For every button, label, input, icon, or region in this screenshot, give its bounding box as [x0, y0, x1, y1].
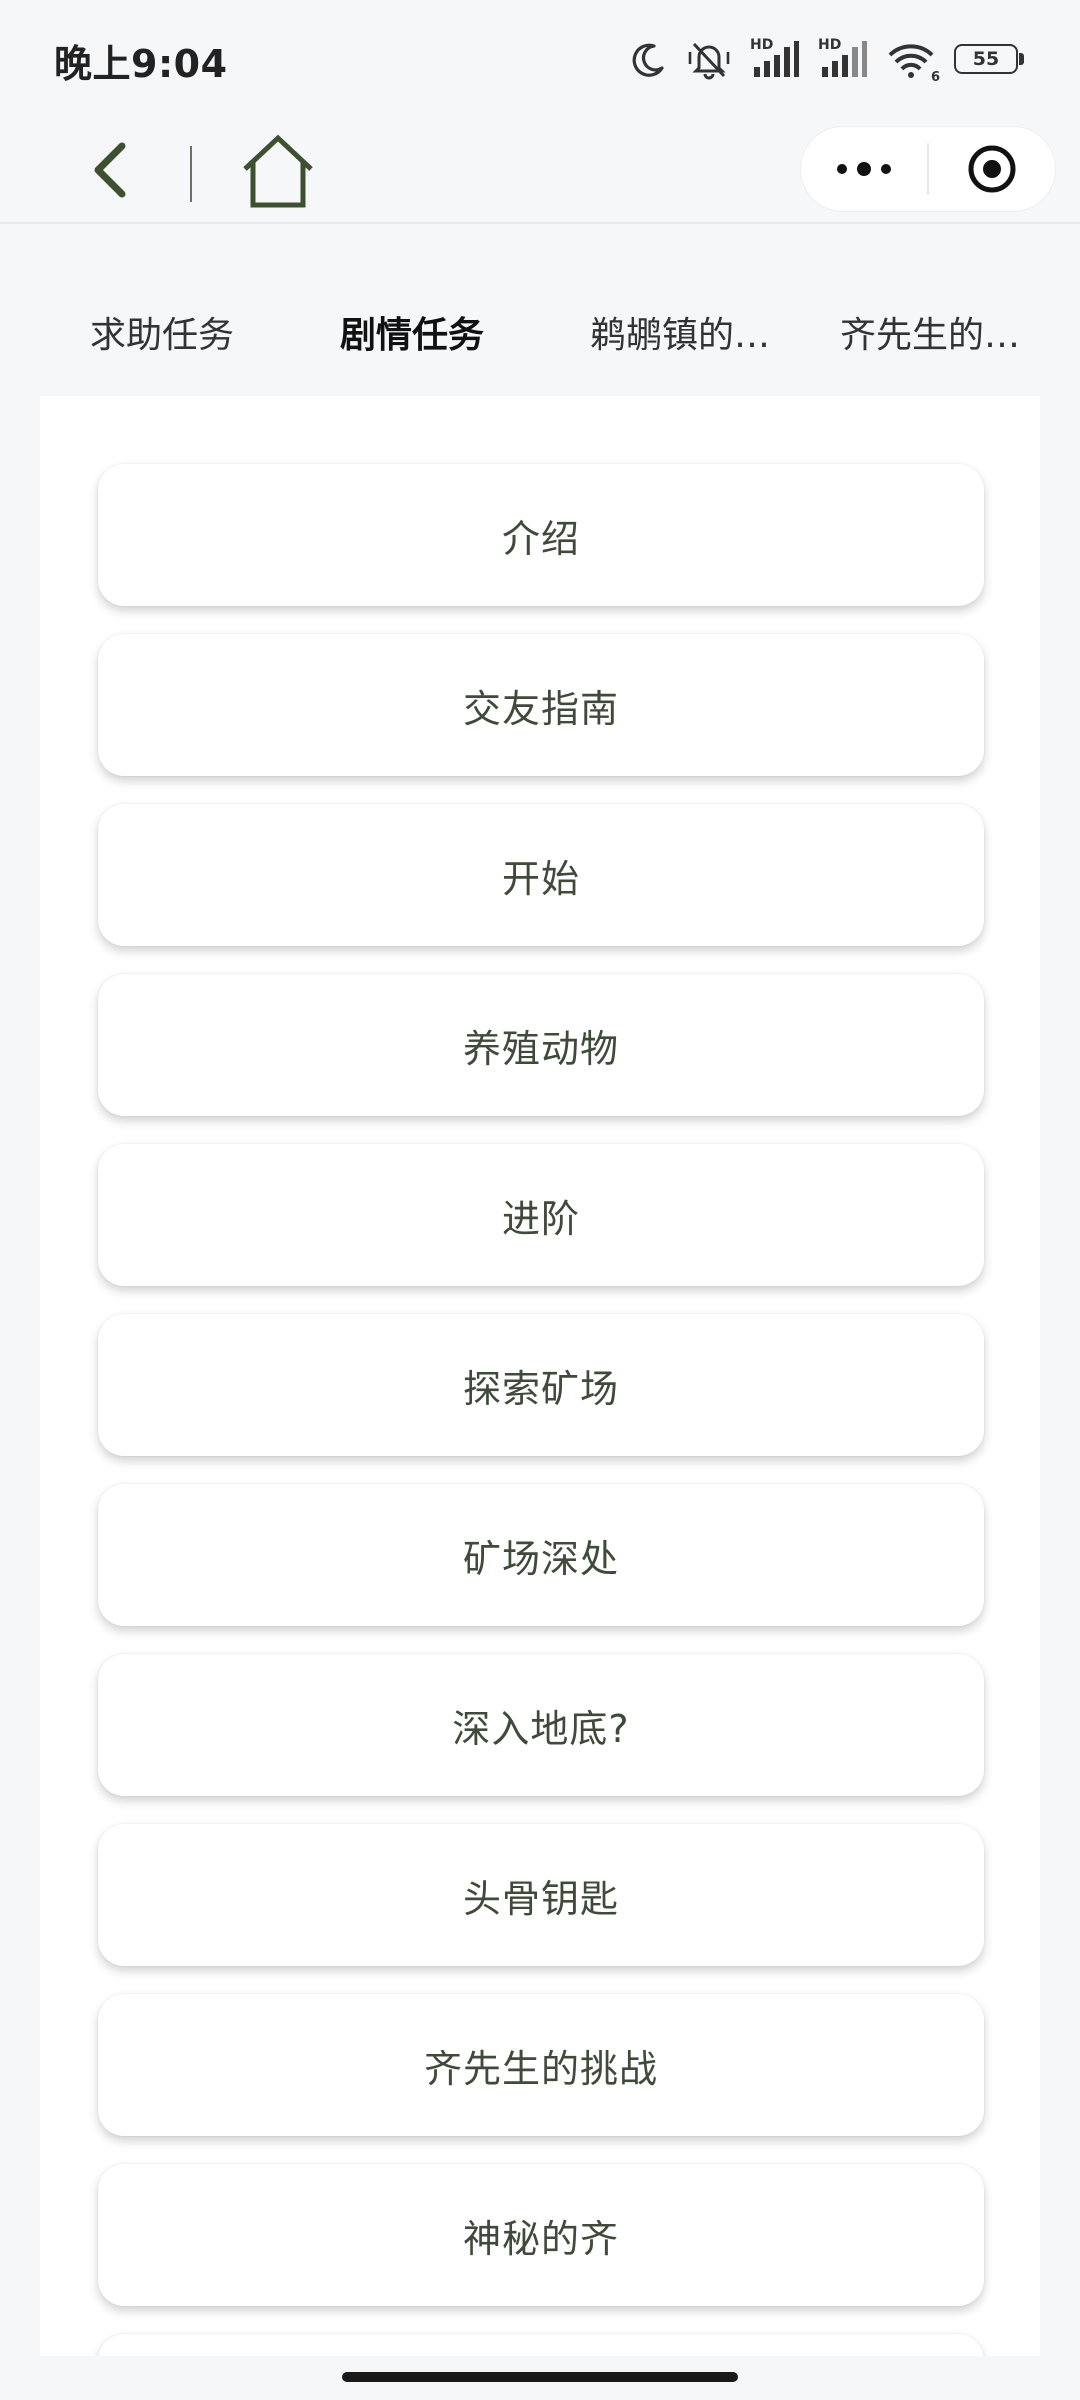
- quest-list: 介绍 交友指南 开始 养殖动物 进阶 探索矿场 矿场深处 深入地底? 头骨钥匙 …: [98, 464, 984, 2356]
- status-time: 晚上9:04: [54, 41, 228, 86]
- list-item[interactable]: [98, 2334, 984, 2356]
- list-item[interactable]: 矿场深处: [98, 1484, 984, 1626]
- back-button[interactable]: [82, 140, 138, 200]
- capsule-menu: [800, 126, 1056, 212]
- home-icon: [243, 134, 313, 208]
- more-button[interactable]: [801, 126, 927, 212]
- tab-qi-special-orders[interactable]: 齐先生的特殊订单: [806, 306, 1056, 358]
- quest-list-panel: 介绍 交友指南 开始 养殖动物 进阶 探索矿场 矿场深处 深入地底? 头骨钥匙 …: [40, 396, 1040, 2356]
- more-dots-icon: [837, 162, 891, 176]
- list-item[interactable]: 介绍: [98, 464, 984, 606]
- list-item[interactable]: 探索矿场: [98, 1314, 984, 1456]
- close-miniprogram-button[interactable]: [929, 126, 1055, 212]
- home-button[interactable]: [238, 132, 318, 212]
- list-item[interactable]: 交友指南: [98, 634, 984, 776]
- chevron-left-icon: [94, 142, 126, 198]
- status-bar: 晚上9:04 HD HD 6 55: [0, 0, 1080, 120]
- list-item[interactable]: 深入地底?: [98, 1654, 984, 1796]
- list-item[interactable]: 养殖动物: [98, 974, 984, 1116]
- target-circle-icon: [968, 145, 1016, 193]
- battery-level: 55: [972, 48, 1000, 70]
- status-icons: HD HD 6 55: [628, 37, 1026, 85]
- list-item[interactable]: 头骨钥匙: [98, 1824, 984, 1966]
- tab-help-quests[interactable]: 求助任务: [56, 306, 306, 358]
- list-item[interactable]: 开始: [98, 804, 984, 946]
- category-tabs: 求助任务 剧情任务 鹈鹕镇的特殊订单 齐先生的特殊订单: [56, 290, 1056, 374]
- tab-pelican-town-special-orders[interactable]: 鹈鹕镇的特殊订单: [556, 306, 806, 358]
- wifi-icon: 6: [886, 39, 940, 85]
- nav-bar: [0, 120, 1080, 224]
- signal-2-icon: HD: [818, 37, 868, 81]
- home-indicator[interactable]: [342, 2372, 738, 2382]
- moon-icon: [628, 40, 668, 80]
- mute-bell-icon: [686, 38, 732, 82]
- list-item[interactable]: 进阶: [98, 1144, 984, 1286]
- signal-1-icon: HD: [750, 37, 800, 81]
- list-item[interactable]: 神秘的齐: [98, 2164, 984, 2306]
- battery-icon: 55: [954, 44, 1026, 76]
- tab-story-quests[interactable]: 剧情任务: [306, 306, 556, 358]
- nav-divider: [190, 146, 192, 202]
- wifi-badge: 6: [930, 70, 940, 85]
- list-item[interactable]: 齐先生的挑战: [98, 1994, 984, 2136]
